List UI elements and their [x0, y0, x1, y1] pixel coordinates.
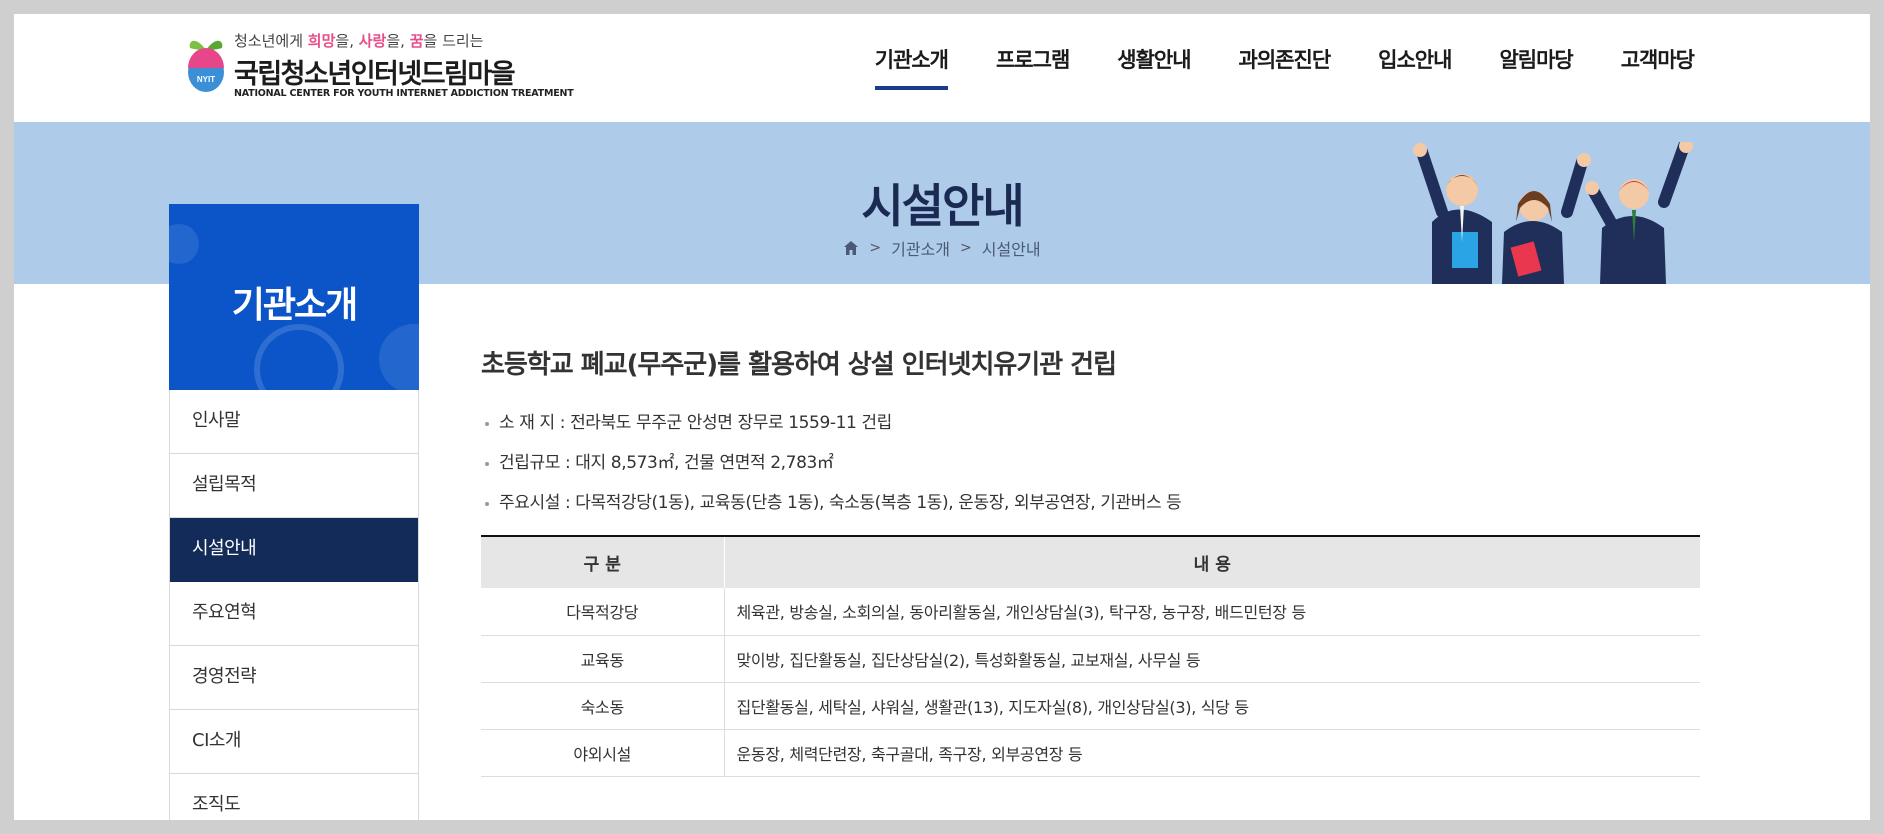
- decorative-ring: [254, 324, 344, 390]
- nav-item-life-guide[interactable]: 생활안내: [1117, 44, 1191, 88]
- table-cell-category: 다목적강당: [481, 588, 725, 636]
- nav-item-notice[interactable]: 알림마당: [1499, 44, 1573, 88]
- table-header-content: 내 용: [724, 536, 1700, 588]
- table-cell-content: 집단활동실, 세탁실, 샤워실, 생활관(13), 지도자실(8), 개인상담실…: [724, 682, 1700, 730]
- logo-tagline: 청소년에게 희망을, 사랑을, 꿈을 드리는: [234, 32, 484, 50]
- sidebar-item-greeting[interactable]: 인사말: [170, 390, 418, 454]
- nav-item-program[interactable]: 프로그램: [996, 44, 1070, 88]
- info-main-facilities: 주요시설 : 다목적강당(1동), 교육동(단층 1동), 숙소동(복층 1동)…: [481, 483, 1700, 523]
- sidebar-item-strategy[interactable]: 경영전략: [170, 646, 418, 710]
- students-illustration-icon: [1413, 142, 1693, 284]
- side-nav-header: 기관소개: [169, 204, 419, 390]
- sidebar-item-ci[interactable]: CI소개: [170, 710, 418, 774]
- logo-emblem-icon: NYIT: [188, 40, 224, 92]
- table-header-row: 구 분 내 용: [481, 536, 1700, 588]
- main-nav: 기관소개 프로그램 생활안내 과의존진단 입소안내 알림마당 고객마당: [874, 44, 1695, 90]
- table-cell-category: 야외시설: [481, 729, 725, 777]
- info-location: 소 재 지 : 전라북도 무주군 안성면 장무로 1559-11 건립: [481, 403, 1700, 443]
- side-nav-title: 기관소개: [231, 285, 358, 326]
- logo-org-name: 국립청소년인터넷드림마을: [234, 59, 516, 90]
- sidebar-item-facilities[interactable]: 시설안내: [170, 518, 418, 582]
- sidebar-item-organization[interactable]: 조직도: [170, 774, 418, 820]
- decorative-dot: [169, 224, 199, 264]
- page: NYIT 청소년에게 희망을, 사랑을, 꿈을 드리는 국립청소년인터넷드림마을…: [14, 14, 1870, 820]
- table-row: 숙소동 집단활동실, 세탁실, 샤워실, 생활관(13), 지도자실(8), 개…: [481, 682, 1700, 730]
- chevron-right-icon: >: [869, 240, 882, 256]
- breadcrumb-item-facilities[interactable]: 시설안내: [982, 236, 1041, 260]
- info-scale: 건립규모 : 대지 8,573㎡, 건물 연면적 2,783㎡: [481, 443, 1700, 483]
- sidebar-item-history[interactable]: 주요연혁: [170, 582, 418, 646]
- nav-item-about[interactable]: 기관소개: [874, 44, 949, 90]
- side-nav: 기관소개 인사말 설립목적 시설안내 주요연혁 경영전략 CI소개 조직도: [169, 204, 419, 820]
- site-logo[interactable]: NYIT 청소년에게 희망을, 사랑을, 꿈을 드리는 국립청소년인터넷드림마을…: [186, 22, 574, 102]
- table-cell-content: 맞이방, 집단활동실, 집단상담실(2), 특성화활동실, 교보재실, 사무실 …: [724, 635, 1700, 683]
- table-cell-content: 체육관, 방송실, 소회의실, 동아리활동실, 개인상담실(3), 탁구장, 농…: [724, 588, 1700, 636]
- home-icon[interactable]: [843, 240, 859, 256]
- facility-table: 구 분 내 용 다목적강당 체육관, 방송실, 소회의실, 동아리활동실, 개인…: [481, 535, 1700, 777]
- nav-item-admission[interactable]: 입소안내: [1378, 44, 1452, 88]
- logo-org-name-en: NATIONAL CENTER FOR YOUTH INTERNET ADDIC…: [234, 88, 574, 99]
- table-cell-category: 숙소동: [481, 682, 725, 730]
- table-cell-category: 교육동: [481, 635, 725, 683]
- table-header-category: 구 분: [481, 536, 725, 588]
- decorative-dot: [379, 324, 419, 390]
- nav-item-diagnosis[interactable]: 과의존진단: [1239, 44, 1332, 88]
- table-cell-content: 운동장, 체력단련장, 축구골대, 족구장, 외부공연장 등: [724, 729, 1700, 777]
- site-header: NYIT 청소년에게 희망을, 사랑을, 꿈을 드리는 국립청소년인터넷드림마을…: [14, 14, 1870, 122]
- table-row: 교육동 맞이방, 집단활동실, 집단상담실(2), 특성화활동실, 교보재실, …: [481, 635, 1700, 683]
- breadcrumb-item-about[interactable]: 기관소개: [891, 236, 950, 260]
- chevron-right-icon: >: [960, 240, 972, 256]
- nav-item-customer[interactable]: 고객마당: [1621, 44, 1695, 88]
- side-menu: 인사말 설립목적 시설안내 주요연혁 경영전략 CI소개 조직도: [169, 390, 419, 820]
- main-content: 초등학교 폐교(무주군)를 활용하여 상설 인터넷치유기관 건립 소 재 지 :…: [481, 344, 1700, 777]
- table-row: 야외시설 운동장, 체력단련장, 축구골대, 족구장, 외부공연장 등: [481, 729, 1700, 777]
- sidebar-item-purpose[interactable]: 설립목적: [170, 454, 418, 518]
- content-heading: 초등학교 폐교(무주군)를 활용하여 상설 인터넷치유기관 건립: [481, 350, 1117, 380]
- table-row: 다목적강당 체육관, 방송실, 소회의실, 동아리활동실, 개인상담실(3), …: [481, 588, 1700, 636]
- facility-info-list: 소 재 지 : 전라북도 무주군 안성면 장무로 1559-11 건립 건립규모…: [481, 403, 1700, 523]
- logo-badge-text: NYIT: [197, 75, 215, 84]
